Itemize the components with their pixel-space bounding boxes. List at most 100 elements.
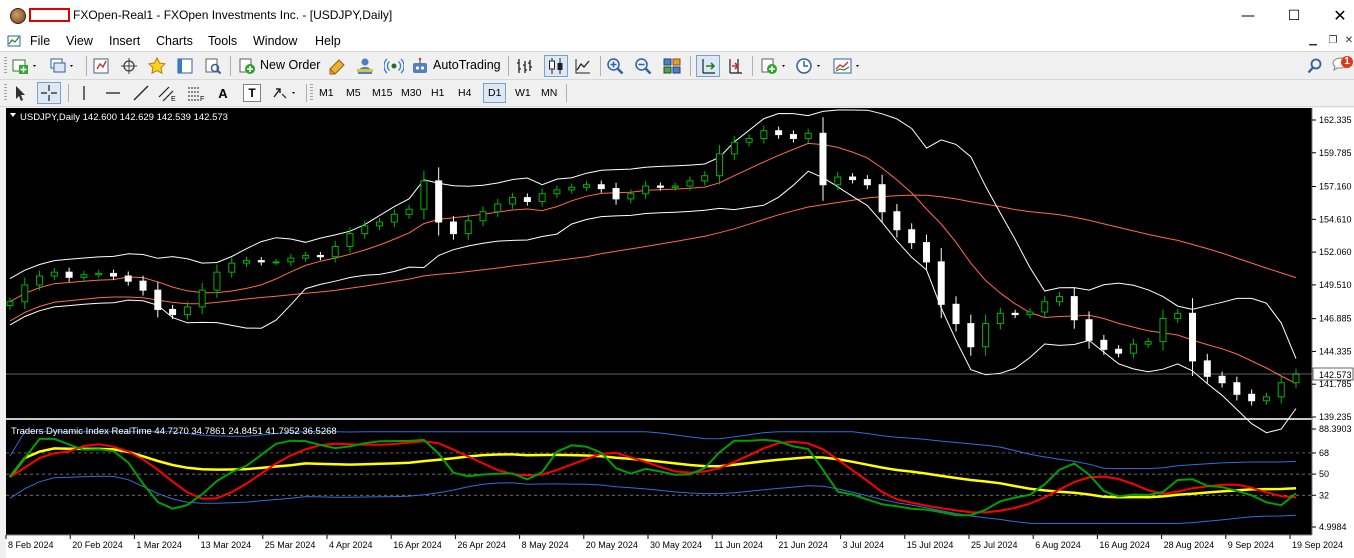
vertical-line-icon[interactable] <box>76 84 92 102</box>
new-chart-button[interactable] <box>11 57 39 75</box>
signals-icon[interactable] <box>384 57 404 75</box>
candle-body <box>6 301 14 307</box>
candle-body <box>1262 396 1270 402</box>
timeframe-h4[interactable]: H4 <box>454 83 475 103</box>
chart-canvas[interactable]: 162.335 159.785 157.160 154.610 152.060 149.5… <box>0 107 1354 558</box>
menu-charts[interactable]: Charts <box>156 34 193 48</box>
text-label-icon[interactable]: T <box>243 84 261 102</box>
menu-view[interactable]: View <box>66 34 93 48</box>
toolbar-separator <box>690 56 691 76</box>
market-watch-button[interactable] <box>92 57 110 75</box>
mdi-restore-button[interactable]: ❐ <box>1326 34 1340 47</box>
menu-help[interactable]: Help <box>315 34 341 48</box>
strategy-tester-icon[interactable] <box>204 57 222 75</box>
candle-body <box>627 193 635 200</box>
cursor-arrow-icon[interactable] <box>12 84 28 102</box>
candle-body <box>243 260 251 264</box>
timeframe-m1[interactable]: M1 <box>315 83 338 103</box>
horizontal-line-icon[interactable] <box>104 84 122 102</box>
candle-body <box>257 260 265 263</box>
candle-body <box>967 323 975 348</box>
menu-file[interactable]: File <box>30 34 50 48</box>
mdi-close-button[interactable]: ✕ <box>1342 34 1354 47</box>
candle-body <box>656 185 664 188</box>
candle-body <box>863 179 871 186</box>
toolbar-grip[interactable] <box>4 57 7 75</box>
time-tick-label: 16 Apr 2024 <box>393 540 442 550</box>
candle-body <box>1129 343 1137 354</box>
maximize-button[interactable]: ☐ <box>1271 0 1317 31</box>
candle-body <box>745 137 753 143</box>
navigator-star-icon[interactable] <box>147 57 167 75</box>
fibonacci-icon[interactable]: F <box>186 84 206 102</box>
time-tick-label: 1 Mar 2024 <box>136 540 182 550</box>
search-icon[interactable] <box>1306 57 1324 75</box>
timeframe-m15[interactable]: M15 <box>368 83 396 103</box>
auto-scroll-icon[interactable] <box>696 55 720 77</box>
notification-count: 1 <box>1344 56 1350 67</box>
templates-icon[interactable] <box>832 57 862 75</box>
profiles-button[interactable] <box>48 57 76 75</box>
new-order-label[interactable]: New Order <box>260 58 320 72</box>
candle-body <box>183 306 191 316</box>
bar-chart-icon[interactable] <box>515 57 533 75</box>
candle-body <box>302 254 310 259</box>
arrows-tool-icon[interactable] <box>270 84 300 102</box>
timeframe-m30[interactable]: M30 <box>397 83 425 103</box>
timeframe-m5[interactable]: M5 <box>342 83 365 103</box>
timeframe-h1[interactable]: H1 <box>427 83 448 103</box>
candle-body <box>1115 348 1123 354</box>
zoom-out-icon[interactable] <box>634 57 652 75</box>
data-window-crosshair-icon[interactable] <box>120 57 138 75</box>
price-tick-label: 162.335 <box>1319 115 1352 125</box>
timeframe-mn[interactable]: MN <box>537 83 561 103</box>
time-tick-label: 20 May 2024 <box>586 540 638 550</box>
zoom-in-icon[interactable] <box>606 57 624 75</box>
periods-clock-icon[interactable] <box>795 57 823 75</box>
timeframe-w1[interactable]: W1 <box>511 83 535 103</box>
candle-body <box>597 184 605 190</box>
toolbar-separator <box>86 56 87 76</box>
candle-body <box>109 272 117 277</box>
toolbar-separator <box>566 84 567 102</box>
tile-windows-icon[interactable] <box>662 57 682 75</box>
candle-body <box>671 185 679 188</box>
time-tick-label: 9 Sep 2024 <box>1228 540 1274 550</box>
line-chart-icon[interactable] <box>574 57 592 75</box>
price-tick-label: 157.160 <box>1319 182 1352 192</box>
terminal-window-icon[interactable] <box>176 57 194 75</box>
account-user-icon[interactable] <box>355 57 375 75</box>
candle-body <box>213 271 221 291</box>
candlestick-chart-icon[interactable] <box>544 55 568 77</box>
mdi-minimize-button[interactable]: ▁ <box>1306 34 1320 47</box>
menu-tools[interactable]: Tools <box>208 34 237 48</box>
chart-shift-icon[interactable] <box>726 57 744 75</box>
title-bar: FXOpen-Real1 - FXOpen Investments Inc. -… <box>0 0 1354 31</box>
notifications-icon[interactable]: 1 <box>1330 55 1354 77</box>
timeframe-d1[interactable]: D1 <box>483 83 507 103</box>
metaeditor-icon[interactable] <box>327 57 347 75</box>
new-order-button[interactable] <box>238 57 256 75</box>
candle-body <box>582 184 590 188</box>
menu-window[interactable]: Window <box>253 34 297 48</box>
time-tick-label: 13 Mar 2024 <box>201 540 252 550</box>
autotrading-label[interactable]: AutoTrading <box>433 58 501 72</box>
candle-body <box>553 189 561 195</box>
candle-body <box>804 132 812 139</box>
standard-toolbar: New Order AutoTrading 1 <box>0 51 1354 80</box>
crosshair-tool-icon[interactable] <box>37 82 61 104</box>
indicators-list-icon[interactable] <box>760 57 788 75</box>
menu-insert[interactable]: Insert <box>109 34 140 48</box>
candle-body <box>509 197 517 205</box>
trendline-icon[interactable] <box>132 84 150 102</box>
close-button[interactable]: ✕ <box>1317 0 1354 31</box>
chart-window[interactable]: 162.335 159.785 157.160 154.610 152.060 149.5… <box>0 107 1354 558</box>
minimize-button[interactable]: — <box>1225 0 1271 31</box>
candle-body <box>878 184 886 213</box>
toolbar-grip[interactable] <box>4 84 7 102</box>
drawing-timeframe-toolbar: E F A T M1 M5 M15 M30 H1 H4 D1 W1 MN <box>0 80 1354 107</box>
autotrading-icon[interactable] <box>410 57 430 75</box>
toolbar-grip[interactable] <box>310 84 313 102</box>
equidistant-channel-icon[interactable]: E <box>158 84 178 102</box>
text-tool-icon[interactable]: A <box>214 84 232 102</box>
